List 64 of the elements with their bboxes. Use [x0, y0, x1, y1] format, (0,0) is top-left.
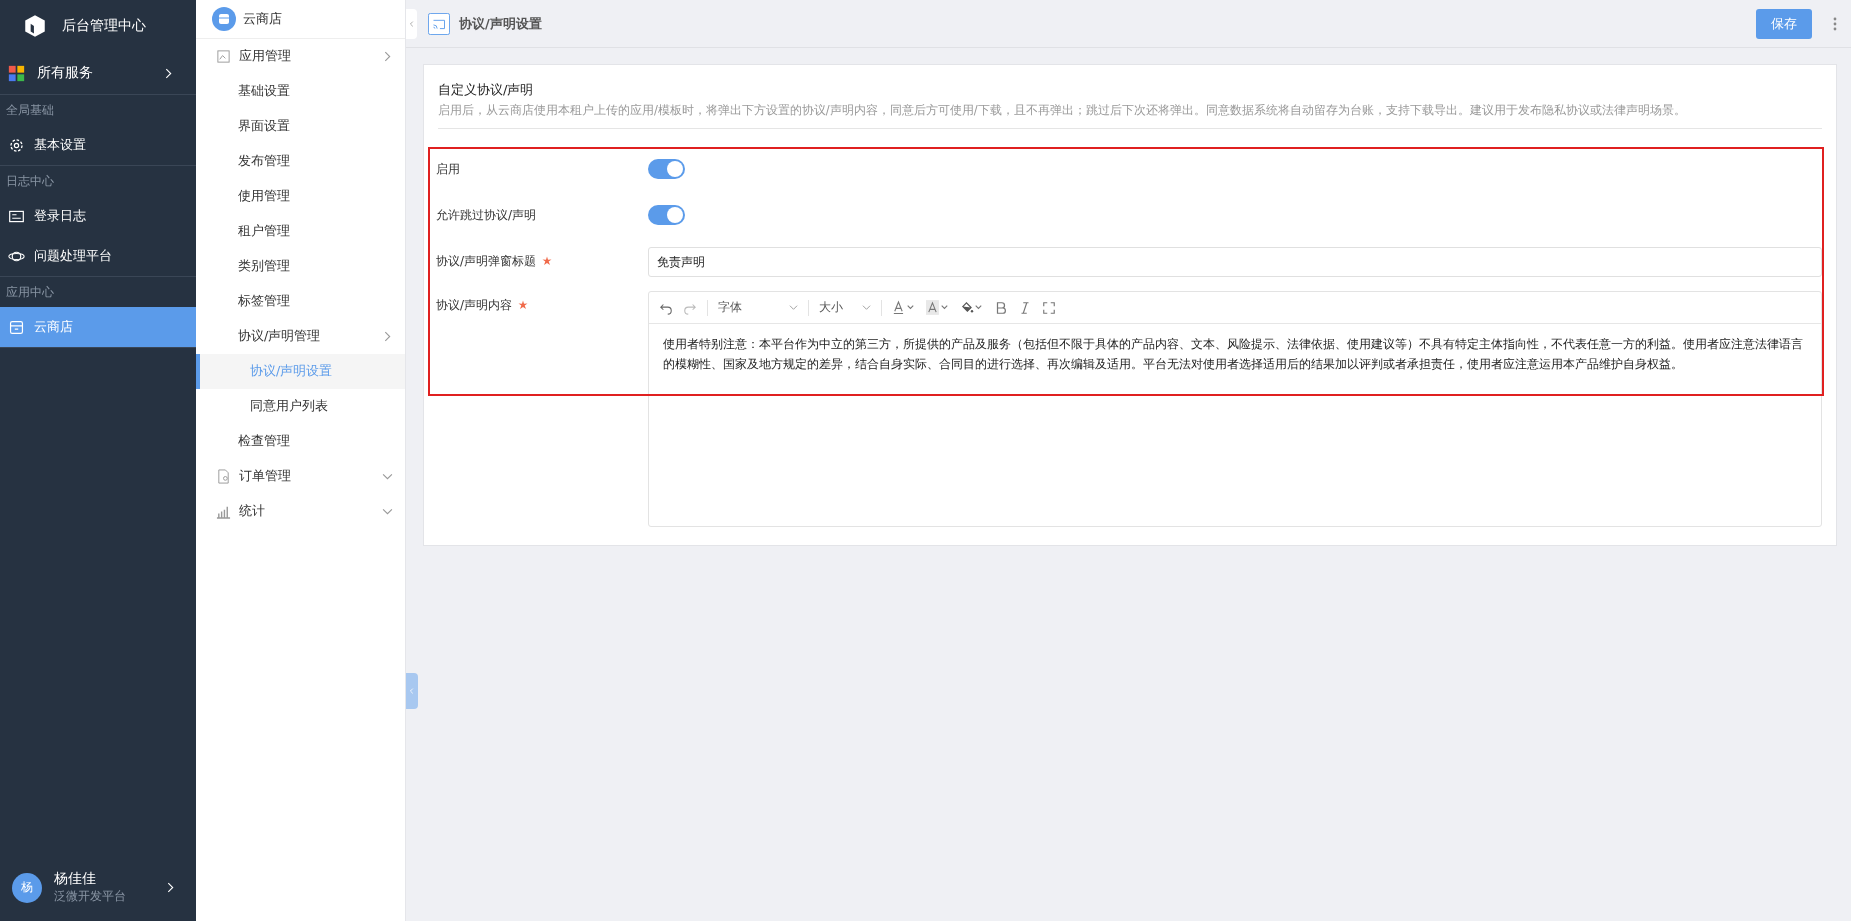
section-title: 自定义协议/声明 — [438, 81, 535, 99]
gear-icon — [8, 136, 25, 154]
editor-text[interactable]: 使用者特别注意：本平台作为中立的第三方，所提供的产品及服务（包括但不限于具体的产品内容、文本、风险提示、法律依据、使用建议等）不具有特定主体指向性，不代表任意一方的利益。使用者应注意法律语言的模糊性、国家及地方规定的差异，结合自身实际、合同目的进行选择、再次编辑及适用。平台无法对使用者选择适用后的结果加以评判或者承担责任，使用者应注意运用本产品维护自身权益。 — [663, 334, 1807, 374]
submenu-title: 云商店 — [243, 10, 282, 28]
menu-item[interactable]: 使用管理 — [196, 179, 405, 214]
menu-item[interactable]: 同意用户列表 — [196, 389, 405, 424]
user-avatar: 杨 — [12, 872, 42, 903]
all-services-item[interactable]: 所有服务 — [0, 52, 196, 95]
toggle-switch[interactable] — [648, 159, 685, 179]
nav-item[interactable]: 问题处理平台 — [0, 236, 196, 276]
user-org: 泛微开发平台 — [54, 888, 127, 905]
font-dropdown[interactable]: 字体 — [718, 299, 798, 316]
page-title: 协议/声明设置 — [459, 14, 542, 33]
menu-item[interactable]: 基础设置 — [196, 74, 405, 109]
store-icon — [8, 318, 25, 336]
field-label: 允许跳过协议/声明 — [436, 207, 537, 224]
field-label: 协议/声明内容 — [436, 297, 513, 314]
highlight-icon[interactable] — [926, 300, 950, 315]
collapse-handle[interactable] — [406, 8, 417, 39]
grid-icon — [8, 64, 25, 82]
bold-icon[interactable] — [994, 300, 1008, 315]
section-label: 应用中心 — [5, 284, 55, 301]
section-label: 全局基础 — [5, 102, 55, 119]
chevron-right-icon — [165, 882, 176, 893]
chevron-down-icon — [862, 303, 871, 312]
bar-chart-icon — [216, 504, 231, 519]
user-name: 杨佳佳 — [54, 870, 97, 888]
app-title: 后台管理中心 — [62, 17, 146, 35]
menu-group[interactable]: 应用管理 — [196, 39, 405, 74]
store-icon — [212, 7, 236, 31]
field-label: 启用 — [436, 161, 460, 178]
document-icon — [216, 469, 231, 484]
menu-item[interactable]: 类别管理 — [196, 249, 405, 284]
nav-item[interactable]: 基本设置 — [0, 125, 196, 165]
chevron-down-icon — [382, 471, 393, 482]
menu-group[interactable]: 统计 — [196, 494, 405, 529]
cast-icon — [428, 12, 450, 35]
menu-item[interactable]: 标签管理 — [196, 284, 405, 319]
more-icon[interactable] — [1833, 15, 1837, 32]
menu-group[interactable]: 协议/声明管理 — [196, 319, 405, 354]
title-input[interactable]: 免责声明 — [648, 247, 1822, 277]
cube-icon — [22, 13, 48, 39]
image-icon — [216, 49, 231, 64]
paint-bucket-icon[interactable] — [960, 300, 984, 315]
chevron-right-icon — [163, 67, 174, 79]
section-description: 启用后，从云商店使用本租户上传的应用/模板时，将弹出下方设置的协议/声明内容，同意后方可使用/下载，且不再弹出；跳过后下次还将弹出。同意数据系统将自动留存为台账，支持下载导出。建议用于发布隐私协议或法律声明场景。 — [438, 103, 1687, 118]
toggle-switch[interactable] — [648, 205, 685, 225]
field-label: 协议/声明弹窗标题 — [436, 253, 537, 270]
section-label: 日志中心 — [5, 173, 55, 190]
chevron-right-icon — [382, 331, 393, 342]
chevron-down-icon — [789, 303, 798, 312]
menu-item[interactable]: 租户管理 — [196, 214, 405, 249]
chevron-down-icon — [382, 506, 393, 517]
menu-group[interactable]: 订单管理 — [196, 459, 405, 494]
chevron-right-icon — [382, 51, 393, 62]
menu-item[interactable]: 界面设置 — [196, 109, 405, 144]
fullscreen-icon[interactable] — [1042, 300, 1056, 315]
menu-item[interactable]: 发布管理 — [196, 144, 405, 179]
collapse-handle[interactable] — [406, 673, 418, 709]
font-color-icon[interactable] — [892, 300, 916, 315]
nav-item[interactable]: 登录日志 — [0, 196, 196, 236]
size-dropdown[interactable]: 大小 — [819, 299, 871, 316]
user-profile[interactable]: 杨 杨佳佳 泛微开发平台 — [0, 870, 196, 921]
menu-item[interactable]: 检查管理 — [196, 424, 405, 459]
